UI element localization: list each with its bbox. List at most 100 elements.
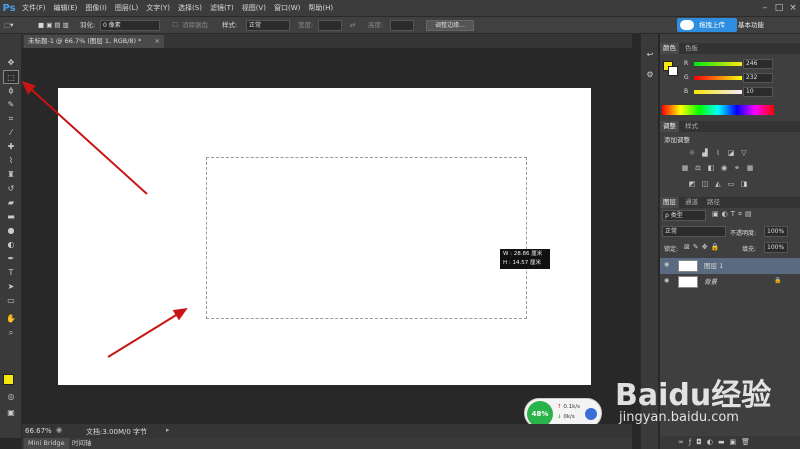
tab-channels[interactable]: 通道 xyxy=(682,197,701,208)
brush-tool-icon[interactable]: ⌇ xyxy=(3,154,19,168)
hand-tool-icon[interactable]: ✋ xyxy=(3,312,19,326)
layer-actions-bar[interactable]: ∞ƒ◘◐▬▣🗑 xyxy=(660,436,800,449)
color-background-swatch[interactable] xyxy=(668,66,678,76)
style-select[interactable]: 正常 xyxy=(246,20,290,31)
tab-adjustments[interactable]: 调整 xyxy=(660,121,679,132)
workspace-select[interactable]: 基本功能 xyxy=(738,20,796,31)
rect-marquee-tool-icon[interactable]: ⬚ xyxy=(3,70,19,84)
eraser-tool-icon[interactable]: ▰ xyxy=(3,196,19,210)
hue-saturation-icon[interactable]: ▦ xyxy=(680,163,690,173)
brightness-icon[interactable]: ☼ xyxy=(687,148,697,158)
quick-select-tool-icon[interactable]: ✎ xyxy=(3,98,19,112)
tab-swatches[interactable]: 色板 xyxy=(682,43,701,54)
levels-icon[interactable]: ▟ xyxy=(700,148,710,158)
tab-close-icon[interactable]: × xyxy=(155,35,160,48)
eyedropper-tool-icon[interactable]: ⁄ xyxy=(3,126,19,140)
type-tool-icon[interactable]: T xyxy=(3,266,19,280)
lasso-tool-icon[interactable]: ϕ xyxy=(3,84,19,98)
canvas-area[interactable]: W : 28.86 厘米 H : 14.57 厘米 48% ↑ 0.1k/s ↓… xyxy=(22,48,632,428)
layer-name[interactable]: 背景 xyxy=(704,276,717,288)
rocket-icon[interactable] xyxy=(585,408,597,420)
history-brush-tool-icon[interactable]: ↺ xyxy=(3,182,19,196)
refine-edge-button[interactable]: 调整边缘... xyxy=(426,20,474,31)
tab-styles[interactable]: 样式 xyxy=(682,121,701,132)
menu-layer[interactable]: 图层(L) xyxy=(111,0,142,16)
curves-icon[interactable]: ⌇ xyxy=(713,148,723,158)
layer-filter-icons[interactable]: ▣◐T⌗▤ xyxy=(712,210,755,219)
rect-selection[interactable] xyxy=(206,157,527,319)
photo-filter-icon[interactable]: ◉ xyxy=(719,163,729,173)
marquee-tool-preset-icon[interactable]: ⬚▾ xyxy=(4,20,20,31)
foreground-color-swatch[interactable] xyxy=(3,374,14,385)
g-slider[interactable] xyxy=(694,76,742,80)
shape-tool-icon[interactable]: ▭ xyxy=(3,294,19,308)
properties-panel-icon[interactable]: ⚙ xyxy=(643,68,657,82)
maximize-icon[interactable]: □ xyxy=(772,0,786,16)
layer-row[interactable]: ◉ 图层 1 xyxy=(660,258,800,274)
crop-tool-icon[interactable]: ⌗ xyxy=(3,112,19,126)
dodge-tool-icon[interactable]: ◐ xyxy=(3,238,19,252)
blur-tool-icon[interactable]: ● xyxy=(3,224,19,238)
quick-mask-icon[interactable]: ◎ xyxy=(3,390,19,404)
pen-tool-icon[interactable]: ✒ xyxy=(3,252,19,266)
color-lookup-icon[interactable]: ▦ xyxy=(745,163,755,173)
close-icon[interactable]: × xyxy=(786,0,800,16)
channel-mixer-icon[interactable]: ⚭ xyxy=(732,163,742,173)
blend-mode-select[interactable]: 正常 xyxy=(662,226,726,237)
invert-icon[interactable]: ◩ xyxy=(687,179,697,189)
document-canvas[interactable] xyxy=(58,88,591,385)
menu-file[interactable]: 文件(F) xyxy=(18,0,50,16)
lock-icons[interactable]: ⊠✎✥🔒 xyxy=(684,243,722,251)
r-value-input[interactable]: 246 xyxy=(743,59,773,69)
posterize-icon[interactable]: ◫ xyxy=(700,179,710,189)
exposure-icon[interactable]: ◪ xyxy=(726,148,736,158)
history-panel-icon[interactable]: ↩ xyxy=(643,48,657,62)
vibrance-icon[interactable]: ▽ xyxy=(739,148,749,158)
status-arrow-icon[interactable]: ▸ xyxy=(166,426,170,434)
height-input[interactable] xyxy=(390,20,414,31)
feather-input[interactable]: 0 像素 xyxy=(100,20,160,31)
b-value-input[interactable]: 10 xyxy=(743,87,773,97)
selective-color-icon[interactable]: ◨ xyxy=(739,179,749,189)
menu-edit[interactable]: 编辑(E) xyxy=(50,0,82,16)
color-spectrum-bar[interactable] xyxy=(662,105,774,115)
cloud-upload-button[interactable]: 拖拽上传 xyxy=(677,18,737,32)
eye-icon[interactable]: ◉ xyxy=(664,261,672,269)
minimize-icon[interactable]: – xyxy=(758,0,772,16)
tab-mini-bridge[interactable]: Mini Bridge xyxy=(24,438,69,449)
opacity-input[interactable]: 100% xyxy=(764,226,788,237)
threshold-icon[interactable]: ◭ xyxy=(713,179,723,189)
menu-help[interactable]: 帮助(H) xyxy=(304,0,337,16)
zoom-tool-icon[interactable]: ⌕ xyxy=(3,326,19,340)
menu-window[interactable]: 窗口(W) xyxy=(270,0,304,16)
status-info-icon[interactable]: ◉ xyxy=(56,426,62,434)
g-value-input[interactable]: 232 xyxy=(743,73,773,83)
r-slider[interactable] xyxy=(694,62,742,66)
tab-timeline[interactable]: 时间轴 xyxy=(68,438,96,449)
layer-name[interactable]: 图层 1 xyxy=(704,260,723,272)
healing-brush-tool-icon[interactable]: ✚ xyxy=(3,140,19,154)
selection-mode-icons[interactable]: ■ ▣ ▤ ▥ xyxy=(38,20,78,31)
b-slider[interactable] xyxy=(694,90,742,94)
zoom-level[interactable]: 66.67% xyxy=(25,427,52,435)
eye-icon[interactable]: ◉ xyxy=(664,277,672,285)
fill-input[interactable]: 100% xyxy=(764,242,788,253)
color-balance-icon[interactable]: ⚖ xyxy=(693,163,703,173)
screen-mode-icon[interactable]: ▣ xyxy=(3,406,19,420)
layer-row[interactable]: ◉ 背景 🔒 xyxy=(660,274,800,290)
path-select-tool-icon[interactable]: ➤ xyxy=(3,280,19,294)
menu-image[interactable]: 图像(I) xyxy=(81,0,111,16)
menu-filter[interactable]: 滤镜(T) xyxy=(206,0,238,16)
menu-select[interactable]: 选择(S) xyxy=(174,0,206,16)
layer-filter-select[interactable]: ρ 类型 xyxy=(662,210,706,221)
gradient-tool-icon[interactable]: ▬ xyxy=(3,210,19,224)
move-tool-icon[interactable]: ✥ xyxy=(3,56,19,70)
width-input[interactable] xyxy=(318,20,342,31)
clone-stamp-tool-icon[interactable]: ♜ xyxy=(3,168,19,182)
document-tab[interactable]: 未标题-1 @ 66.7% (图层 1, RGB/8) * × xyxy=(24,35,164,48)
menu-view[interactable]: 视图(V) xyxy=(238,0,270,16)
tab-paths[interactable]: 路径 xyxy=(704,197,723,208)
antialias-checkbox[interactable]: ☐ xyxy=(172,20,178,31)
tab-layers[interactable]: 图层 xyxy=(660,197,679,208)
tab-color[interactable]: 颜色 xyxy=(660,43,679,54)
